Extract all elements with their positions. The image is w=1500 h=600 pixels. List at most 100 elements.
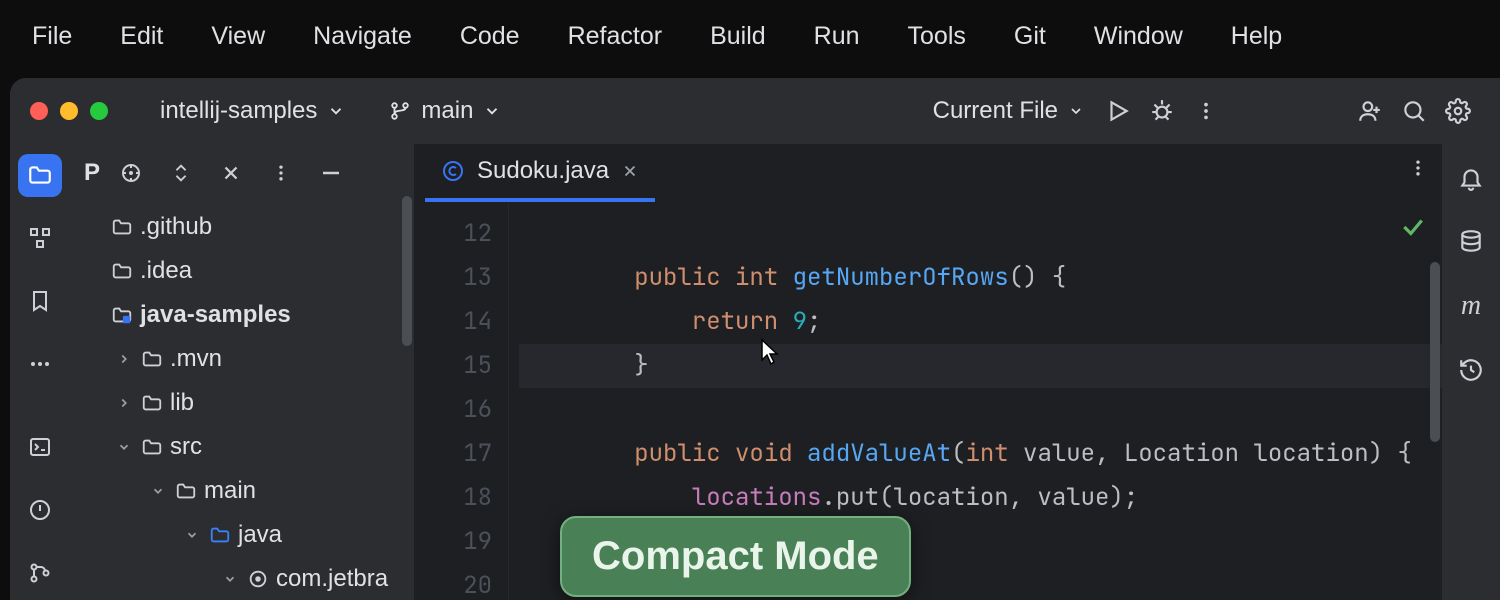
tree-item[interactable]: lib	[70, 381, 414, 425]
tree-chevron-icon	[114, 396, 134, 410]
menu-tools[interactable]: Tools	[884, 14, 990, 59]
class-file-icon	[441, 159, 465, 183]
tree-chevron-icon	[114, 440, 134, 454]
tree-item-label: main	[204, 477, 256, 505]
tree-item-label: src	[170, 433, 202, 461]
problems-tool-button[interactable]	[18, 488, 62, 531]
structure-tool-button[interactable]	[18, 217, 62, 260]
more-tools-button[interactable]	[18, 343, 62, 386]
select-opened-file-button[interactable]	[111, 153, 151, 193]
right-tool-rail: m	[1442, 144, 1500, 600]
chevron-down-icon	[327, 102, 345, 120]
git-branch-selector[interactable]: main	[377, 91, 513, 131]
tree-item[interactable]: .github	[70, 205, 414, 249]
package-icon	[246, 568, 270, 590]
database-tool-button[interactable]	[1451, 222, 1491, 262]
tree-item[interactable]: .idea	[70, 249, 414, 293]
tree-item-label: com.jetbra	[276, 565, 388, 593]
panel-scrollbar[interactable]	[402, 196, 412, 346]
menu-view[interactable]: View	[187, 14, 289, 59]
tree-item[interactable]: src	[70, 425, 414, 469]
folder-icon	[140, 392, 164, 414]
code-with-me-button[interactable]	[1348, 89, 1392, 133]
menu-build[interactable]: Build	[686, 14, 790, 59]
tree-item[interactable]: java-samples	[70, 293, 414, 337]
os-menubar: File Edit View Navigate Code Refactor Bu…	[0, 0, 1500, 72]
left-tool-rail	[10, 144, 70, 600]
maven-tool-button[interactable]: m	[1451, 286, 1491, 326]
tree-chevron-icon	[114, 352, 134, 366]
project-tree[interactable]: .github .idea java-samples .mvn lib srcmain ja…	[70, 201, 414, 600]
project-view-label[interactable]: P	[78, 159, 106, 187]
notifications-button[interactable]	[1451, 158, 1491, 198]
more-actions-button[interactable]	[1184, 89, 1228, 133]
chevron-down-icon	[1068, 103, 1084, 119]
close-tab-button[interactable]	[621, 162, 639, 180]
tree-chevron-icon	[148, 484, 168, 498]
tree-chevron-icon	[182, 528, 202, 542]
branch-icon	[389, 100, 411, 122]
folder-icon	[140, 348, 164, 370]
close-window-button[interactable]	[30, 102, 48, 120]
menu-file[interactable]: File	[8, 14, 96, 59]
folder-icon	[140, 436, 164, 458]
menu-window[interactable]: Window	[1070, 14, 1207, 59]
branch-name: main	[421, 97, 473, 125]
close-panel-button[interactable]	[211, 153, 251, 193]
menu-code[interactable]: Code	[436, 14, 544, 59]
project-panel: P .github .idea java-samples .mvn lib srcmain…	[70, 144, 415, 600]
tree-item-label: java-samples	[140, 301, 291, 329]
tab-label: Sudoku.java	[477, 157, 609, 185]
titlebar: intellij-samples main Current File	[10, 78, 1500, 144]
tree-item-label: .mvn	[170, 345, 222, 373]
zoom-window-button[interactable]	[90, 102, 108, 120]
menu-git[interactable]: Git	[990, 14, 1070, 59]
panel-options-button[interactable]	[261, 153, 301, 193]
compact-mode-badge: Compact Mode	[560, 516, 911, 597]
project-name: intellij-samples	[160, 97, 317, 125]
project-toolbar: P	[70, 144, 414, 201]
minimize-window-button[interactable]	[60, 102, 78, 120]
project-tool-button[interactable]	[18, 154, 62, 197]
recent-tool-button[interactable]	[1451, 350, 1491, 390]
folder-icon	[174, 480, 198, 502]
hide-panel-button[interactable]	[311, 153, 351, 193]
tree-item-label: lib	[170, 389, 194, 417]
menu-refactor[interactable]: Refactor	[544, 14, 686, 59]
menu-help[interactable]: Help	[1207, 14, 1306, 59]
run-config-selector[interactable]: Current File	[921, 91, 1096, 131]
inspection-ok-icon[interactable]	[1400, 214, 1426, 240]
terminal-tool-button[interactable]	[18, 425, 62, 468]
folder-icon	[110, 260, 134, 282]
window-controls	[30, 102, 108, 120]
folder-blue-icon	[208, 524, 232, 546]
editor-tabbar: Sudoku.java	[415, 144, 1442, 202]
tree-item[interactable]: com.jetbra	[70, 557, 414, 600]
git-tool-button[interactable]	[18, 551, 62, 594]
tree-item[interactable]: java	[70, 513, 414, 557]
tab-options-button[interactable]	[1408, 158, 1428, 178]
bookmarks-tool-button[interactable]	[18, 280, 62, 323]
run-config-label: Current File	[933, 97, 1058, 125]
tree-chevron-icon	[220, 572, 240, 586]
search-everywhere-button[interactable]	[1392, 89, 1436, 133]
editor-gutter[interactable]: 121314151617181920	[415, 202, 509, 600]
debug-button[interactable]	[1140, 89, 1184, 133]
expand-collapse-button[interactable]	[161, 153, 201, 193]
settings-button[interactable]	[1436, 89, 1480, 133]
tree-item-label: .idea	[140, 257, 192, 285]
run-button[interactable]	[1096, 89, 1140, 133]
menu-navigate[interactable]: Navigate	[289, 14, 436, 59]
tree-item-label: .github	[140, 213, 212, 241]
tree-item-label: java	[238, 521, 282, 549]
tree-item[interactable]: .mvn	[70, 337, 414, 381]
editor-scrollbar[interactable]	[1430, 262, 1440, 442]
project-selector[interactable]: intellij-samples	[148, 91, 357, 131]
folder-icon	[110, 216, 134, 238]
menu-run[interactable]: Run	[790, 14, 884, 59]
chevron-down-icon	[483, 102, 501, 120]
module-icon	[110, 304, 134, 326]
editor-tab[interactable]: Sudoku.java	[425, 144, 655, 202]
menu-edit[interactable]: Edit	[96, 14, 187, 59]
tree-item[interactable]: main	[70, 469, 414, 513]
